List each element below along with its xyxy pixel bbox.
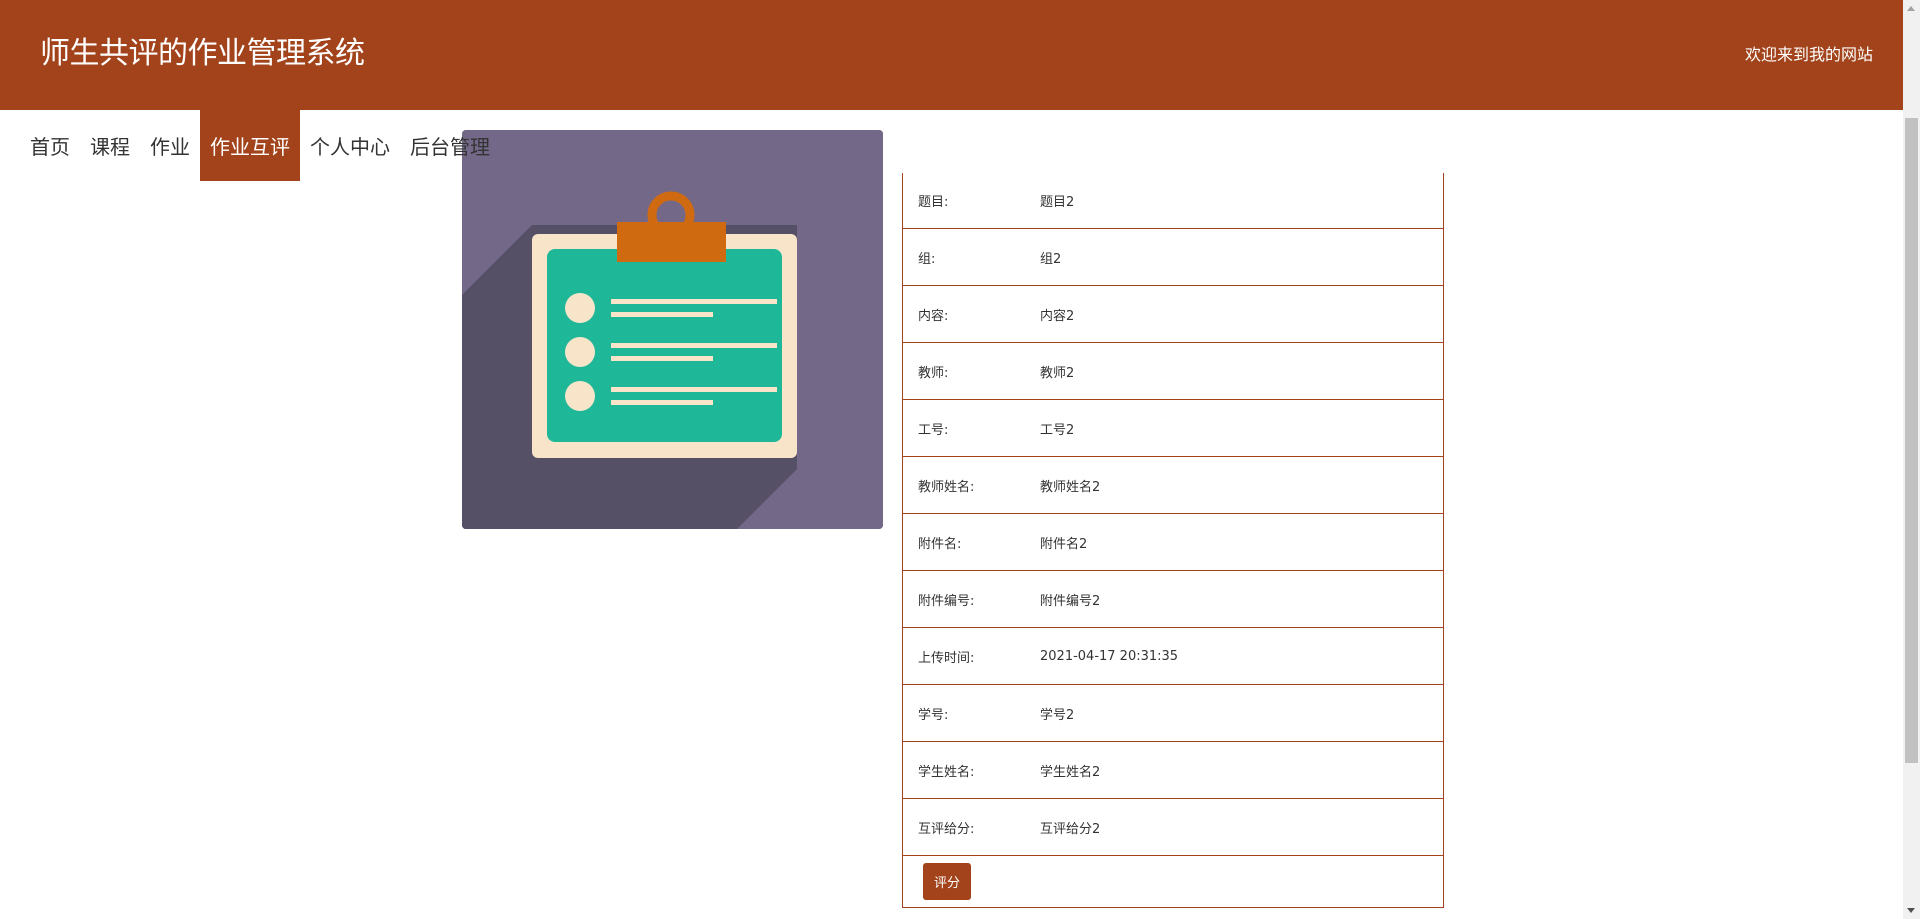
detail-label: 教师: <box>918 365 949 381</box>
detail-row-staff-id: 工号: 工号2 <box>903 400 1443 457</box>
detail-label: 附件名: <box>918 536 962 552</box>
detail-value: 附件编号2 <box>1040 593 1101 609</box>
detail-label: 学号: <box>918 707 949 723</box>
scrollbar-thumb[interactable] <box>1905 118 1918 763</box>
detail-row-student-name: 学生姓名: 学生姓名2 <box>903 742 1443 799</box>
detail-value: 学号2 <box>1040 707 1075 723</box>
page: 师生共评的作业管理系统 欢迎来到我的网站 首页 课程 作业 作业互评 个人中心 … <box>0 0 1920 919</box>
assignment-detail-table: 题目: 题目2 组: 组2 内容: 内容2 教师: 教师2 工号: 工号2 教师… <box>902 173 1444 908</box>
detail-row-teacher-name: 教师姓名: 教师姓名2 <box>903 457 1443 514</box>
site-title[interactable]: 师生共评的作业管理系统 <box>40 34 365 74</box>
detail-row-content: 内容: 内容2 <box>903 286 1443 343</box>
detail-label: 题目: <box>918 195 949 210</box>
nav-item-peer-review[interactable]: 作业互评 <box>200 110 300 181</box>
detail-label: 教师姓名: <box>918 479 975 495</box>
scroll-down-arrow-icon[interactable] <box>1907 908 1915 913</box>
detail-row-group: 组: 组2 <box>903 229 1443 286</box>
score-button[interactable]: 评分 <box>923 863 971 900</box>
detail-label: 互评给分: <box>918 821 975 837</box>
detail-action-row: 评分 <box>903 856 1443 908</box>
detail-row-title: 题目: 题目2 <box>903 173 1443 229</box>
main-nav: 首页 课程 作业 作业互评 个人中心 后台管理 <box>0 110 500 181</box>
detail-value: 2021-04-17 20:31:35 <box>1040 648 1179 664</box>
detail-row-teacher: 教师: 教师2 <box>903 343 1443 400</box>
nav-item-personal-center[interactable]: 个人中心 <box>300 110 400 181</box>
detail-value: 附件名2 <box>1040 536 1088 552</box>
detail-label: 工号: <box>918 422 949 438</box>
nav-item-assignments[interactable]: 作业 <box>140 110 200 181</box>
site-header: 师生共评的作业管理系统 欢迎来到我的网站 <box>0 0 1903 110</box>
detail-label: 附件编号: <box>918 593 975 609</box>
detail-label: 组: <box>918 251 936 267</box>
detail-label: 学生姓名: <box>918 764 975 780</box>
detail-label: 内容: <box>918 308 949 324</box>
assignment-image <box>462 130 883 529</box>
clipboard-checklist-icon <box>462 130 883 529</box>
nav-item-home[interactable]: 首页 <box>20 110 80 181</box>
detail-value: 组2 <box>1040 251 1062 267</box>
nav-item-admin[interactable]: 后台管理 <box>400 110 500 181</box>
vertical-scrollbar[interactable] <box>1903 0 1920 919</box>
scroll-up-arrow-icon[interactable] <box>1907 6 1915 11</box>
detail-value: 题目2 <box>1040 195 1075 210</box>
detail-value: 教师2 <box>1040 365 1075 381</box>
detail-row-attachment-id: 附件编号: 附件编号2 <box>903 571 1443 628</box>
detail-label: 上传时间: <box>918 650 975 666</box>
detail-row-student-id: 学号: 学号2 <box>903 685 1443 742</box>
nav-item-courses[interactable]: 课程 <box>80 110 140 181</box>
detail-row-peer-score: 互评给分: 互评给分2 <box>903 799 1443 856</box>
detail-value: 工号2 <box>1040 422 1075 438</box>
detail-value: 互评给分2 <box>1040 821 1101 837</box>
detail-row-upload-time: 上传时间: 2021-04-17 20:31:35 <box>903 628 1443 685</box>
detail-value: 教师姓名2 <box>1040 479 1101 495</box>
detail-value: 内容2 <box>1040 308 1075 324</box>
detail-row-attachment-name: 附件名: 附件名2 <box>903 514 1443 571</box>
detail-value: 学生姓名2 <box>1040 764 1101 780</box>
welcome-text: 欢迎来到我的网站 <box>1744 45 1873 64</box>
